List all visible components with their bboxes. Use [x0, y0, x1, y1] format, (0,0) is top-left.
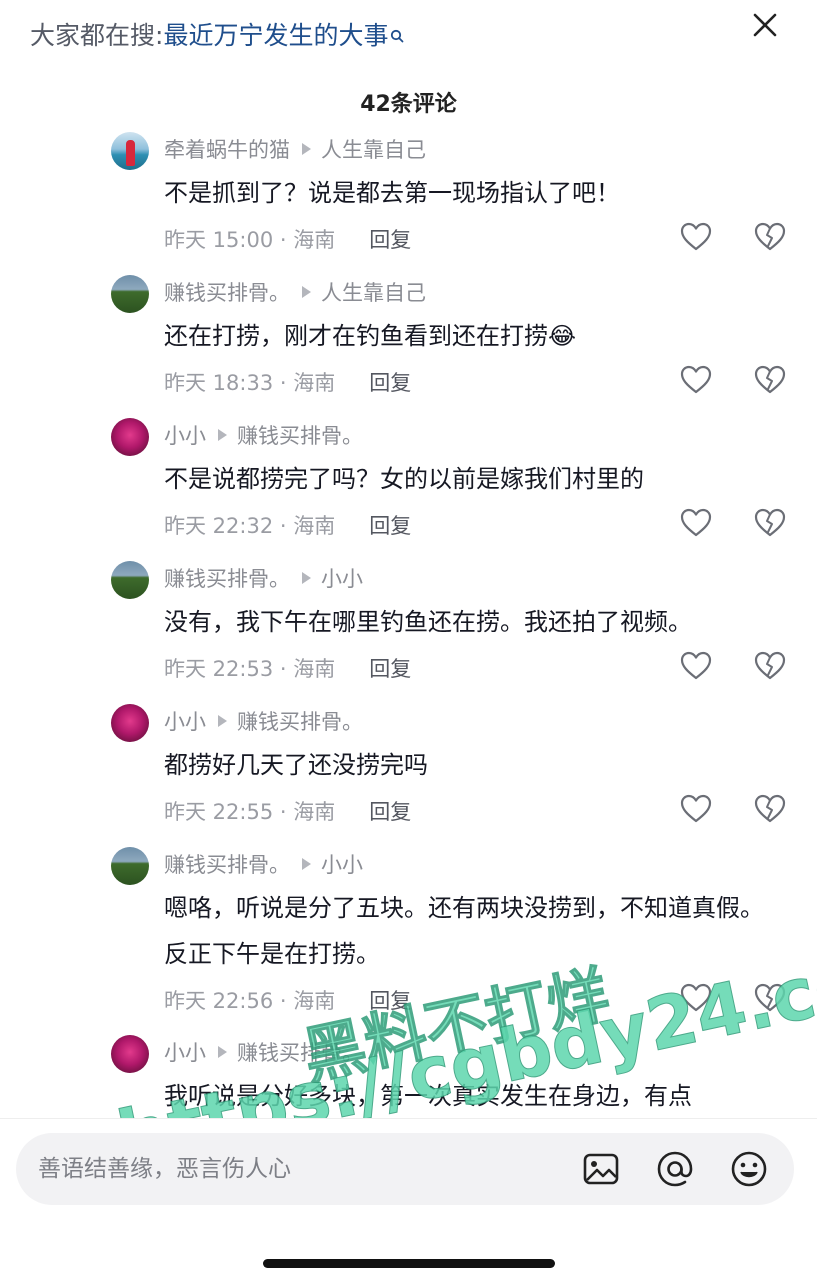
reply-arrow-icon: [302, 572, 311, 584]
reply-to-user[interactable]: 人生靠自己: [321, 138, 426, 162]
comment-time-location: 昨天 22:32 · 海南: [164, 514, 336, 538]
comment-input-bar: [0, 1118, 817, 1281]
trending-search-keyword[interactable]: 最近万宁发生的大事: [163, 21, 388, 50]
comment-text: 都捞好几天了还没捞完吗: [164, 751, 428, 779]
reply-to-user[interactable]: 小小: [321, 853, 363, 877]
comment-text: 我听说是分好多块，第一次真实发生在身边，有点: [164, 1082, 692, 1110]
comment-author-row: 小小 赚钱买排骨。: [164, 706, 363, 736]
reply-to-user[interactable]: 赚钱买排骨。: [237, 424, 363, 448]
comment-list[interactable]: 牵着蜗牛的猫 人生靠自己 不是抓到了？说是都去第一现场指认了吧！ 昨天 15:00…: [0, 130, 817, 1118]
reply-button[interactable]: 回复: [369, 989, 411, 1013]
comment-text: 没有，我下午在哪里钓鱼还在捞。我还拍了视频。: [164, 608, 692, 636]
avatar[interactable]: [111, 561, 149, 599]
comment-time-location: 昨天 22:53 · 海南: [164, 657, 336, 681]
search-icon: [390, 20, 404, 49]
reply-arrow-icon: [302, 286, 311, 298]
reply-button[interactable]: 回复: [369, 228, 411, 252]
image-icon[interactable]: [582, 1150, 620, 1188]
avatar[interactable]: [111, 132, 149, 170]
like-heart-icon[interactable]: [680, 365, 712, 395]
avatar[interactable]: [111, 275, 149, 313]
dislike-broken-heart-icon[interactable]: [754, 651, 786, 681]
like-heart-icon[interactable]: [680, 651, 712, 681]
comment-author[interactable]: 赚钱买排骨。: [164, 281, 290, 305]
comment-author[interactable]: 赚钱买排骨。: [164, 853, 290, 877]
dislike-broken-heart-icon[interactable]: [754, 365, 786, 395]
comment-text: 嗯咯，听说是分了五块。还有两块没捞到，不知道真假。反正下午是在打捞。: [164, 894, 764, 968]
emoji-smiley-icon[interactable]: [730, 1150, 768, 1188]
comment-author-row: 赚钱买排骨。 小小: [164, 563, 363, 593]
trending-search-prefix: 大家都在搜:: [30, 21, 164, 50]
comment-text: 还在打捞，刚才在钓鱼看到还在打捞: [164, 322, 548, 350]
comment-author[interactable]: 小小: [164, 424, 206, 448]
comment-text: 不是抓到了？说是都去第一现场指认了吧！: [164, 179, 620, 207]
comment-meta: 昨天 22:56 · 海南 回复: [164, 985, 411, 1015]
comment-author[interactable]: 小小: [164, 1041, 206, 1065]
avatar[interactable]: [111, 1035, 149, 1073]
reply-button[interactable]: 回复: [369, 514, 411, 538]
trending-search[interactable]: 大家都在搜:最近万宁发生的大事: [30, 16, 404, 52]
comment-meta: 昨天 22:32 · 海南 回复: [164, 510, 411, 540]
comment-author[interactable]: 牵着蜗牛的猫: [164, 138, 290, 162]
comment-author[interactable]: 小小: [164, 710, 206, 734]
comment-text-row: 还在打捞，刚才在钓鱼看到还在打捞😂: [164, 313, 774, 359]
comment-time-location: 昨天 15:00 · 海南: [164, 228, 336, 252]
avatar[interactable]: [111, 847, 149, 885]
laughing-crying-emoji: 😂: [548, 322, 577, 350]
comment-time-location: 昨天 22:55 · 海南: [164, 800, 336, 824]
like-heart-icon[interactable]: [680, 508, 712, 538]
comment-meta: 昨天 22:53 · 海南 回复: [164, 653, 411, 683]
reply-to-user[interactable]: 人生靠自己: [321, 281, 426, 305]
comment-meta: 昨天 15:00 · 海南 回复: [164, 224, 411, 254]
like-heart-icon[interactable]: [680, 983, 712, 1013]
reply-arrow-icon: [302, 858, 311, 870]
comment-author-row: 小小 赚钱买排骨。: [164, 1037, 363, 1067]
dislike-broken-heart-icon[interactable]: [754, 508, 786, 538]
comment-count: 42条评论: [360, 92, 457, 117]
reply-button[interactable]: 回复: [369, 657, 411, 681]
avatar[interactable]: [111, 418, 149, 456]
dislike-broken-heart-icon[interactable]: [754, 222, 786, 252]
reply-arrow-icon: [302, 143, 311, 155]
comment-time-location: 昨天 18:33 · 海南: [164, 371, 336, 395]
comment-meta: 昨天 22:55 · 海南 回复: [164, 796, 411, 826]
reply-arrow-icon: [218, 429, 227, 441]
reply-arrow-icon: [218, 715, 227, 727]
comment-author-row: 牵着蜗牛的猫 人生靠自己: [164, 134, 426, 164]
top-bar: 大家都在搜:最近万宁发生的大事: [0, 0, 817, 60]
home-indicator[interactable]: [263, 1259, 555, 1268]
reply-to-user[interactable]: 小小: [321, 567, 363, 591]
comment-text: 不是说都捞完了吗？女的以前是嫁我们村里的: [164, 465, 644, 493]
close-icon[interactable]: [748, 8, 782, 42]
avatar[interactable]: [111, 704, 149, 742]
dislike-broken-heart-icon[interactable]: [754, 794, 786, 824]
comment-author-row: 赚钱买排骨。 人生靠自己: [164, 277, 426, 307]
like-heart-icon[interactable]: [680, 794, 712, 824]
comment-author[interactable]: 赚钱买排骨。: [164, 567, 290, 591]
reply-button[interactable]: 回复: [369, 800, 411, 824]
comment-time-location: 昨天 22:56 · 海南: [164, 989, 336, 1013]
dislike-broken-heart-icon[interactable]: [754, 983, 786, 1013]
comment-author-row: 小小 赚钱买排骨。: [164, 420, 363, 450]
comment-author-row: 赚钱买排骨。 小小: [164, 849, 363, 879]
reply-button[interactable]: 回复: [369, 371, 411, 395]
comment-meta: 昨天 18:33 · 海南 回复: [164, 367, 411, 397]
like-heart-icon[interactable]: [680, 222, 712, 252]
reply-arrow-icon: [218, 1046, 227, 1058]
mention-at-icon[interactable]: [656, 1150, 694, 1188]
reply-to-user[interactable]: 赚钱买排骨。: [237, 710, 363, 734]
reply-to-user[interactable]: 赚钱买排骨。: [237, 1041, 363, 1065]
